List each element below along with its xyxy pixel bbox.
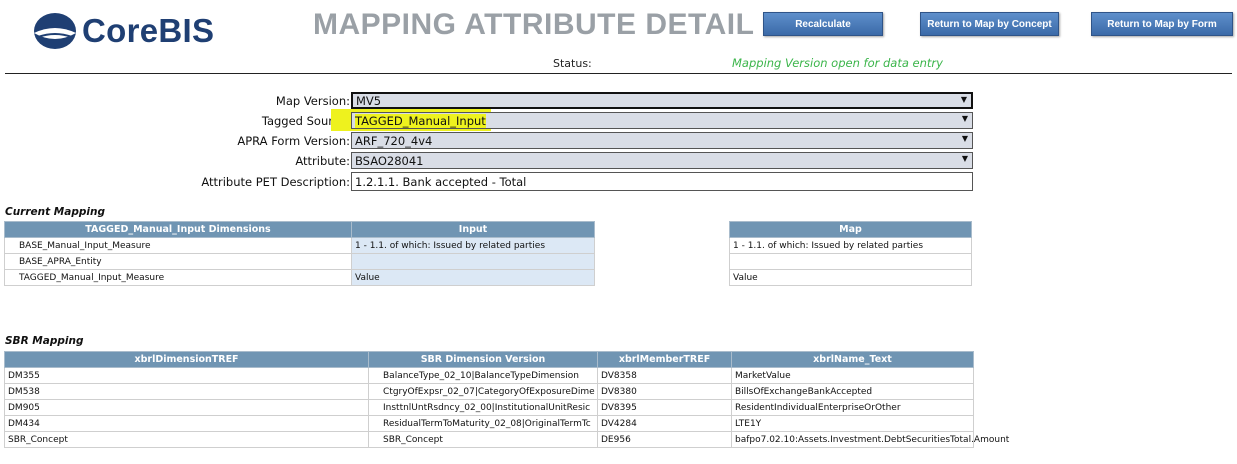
pet-description-value: 1.2.1.1. Bank accepted - Total [355, 174, 527, 189]
sbr-version-cell: CtgryOfExpsr_02_07|CategoryOfExposureDim… [368, 383, 598, 400]
pet-description-label: Attribute PET Description: [201, 175, 350, 189]
name-text-cell: BillsOfExchangeBankAccepted [731, 383, 974, 400]
map-version-value: MV5 [356, 93, 382, 108]
header-divider [5, 73, 1232, 74]
col-dimension-tref-header: xbrlDimensionTREF [4, 351, 369, 368]
logo-text: CoreBIS [82, 12, 215, 49]
current-mapping-title: Current Mapping [5, 206, 105, 218]
tagged-source-select[interactable]: TAGGED_Manual_Input ▼ [351, 112, 973, 129]
table-header-row: Map [729, 221, 972, 238]
recalculate-button[interactable]: Recalculate [763, 12, 883, 36]
apra-form-version-select[interactable]: ARF_720_4v4 ▼ [351, 132, 973, 149]
map-cell: 1 - 1.1. of which: Issued by related par… [729, 237, 972, 254]
map-version-select[interactable]: MV5 ▼ [351, 92, 973, 109]
dimension-tref-cell: DM434 [4, 415, 369, 432]
attribute-select[interactable]: BSAO28041 ▼ [351, 152, 973, 169]
attribute-label: Attribute: [295, 154, 350, 168]
status-value: Mapping Version open for data entry [732, 56, 943, 70]
return-to-map-by-concept-button[interactable]: Return to Map by Concept [920, 12, 1059, 36]
sbr-mapping-title: SBR Mapping [5, 335, 84, 347]
dimension-cell: BASE_Manual_Input_Measure [4, 237, 352, 254]
dimension-tref-cell: DM355 [4, 367, 369, 384]
name-text-cell: ResidentIndividualEnterpriseOrOther [731, 399, 974, 416]
map-table: Map 1 - 1.1. of which: Issued by related… [729, 221, 972, 286]
table-row: TAGGED_Manual_Input_Measure Value [4, 269, 595, 286]
dimension-tref-cell: SBR_Concept [4, 431, 369, 448]
input-cell[interactable] [351, 253, 595, 270]
chevron-down-icon: ▼ [960, 95, 967, 104]
sbr-version-cell: InsttnlUntRsdncy_02_00|InstitutionalUnit… [368, 399, 598, 416]
name-text-cell: LTE1Y [731, 415, 974, 432]
status-label: Status: [553, 57, 592, 70]
map-version-label: Map Version: [275, 94, 350, 108]
apra-form-version-value: ARF_720_4v4 [355, 133, 433, 148]
corebis-logo: CoreBIS [32, 8, 242, 54]
attribute-value: BSAO28041 [355, 153, 424, 168]
col-dimensions-header: TAGGED_Manual_Input Dimensions [4, 221, 352, 238]
dimension-cell: BASE_APRA_Entity [4, 253, 352, 270]
sbr-mapping-table: xbrlDimensionTREF SBR Dimension Version … [4, 351, 1009, 448]
member-tref-cell: DV8358 [597, 367, 732, 384]
member-tref-cell: DV8380 [597, 383, 732, 400]
map-cell: Value [729, 269, 972, 286]
table-row: Value [729, 269, 972, 286]
tagged-source-value: TAGGED_Manual_Input [355, 113, 486, 128]
chevron-down-icon: ▼ [961, 114, 968, 123]
globe-logo-icon [34, 13, 76, 49]
col-name-text-header: xbrlName_Text [731, 351, 974, 368]
col-input-header: Input [351, 221, 595, 238]
col-member-tref-header: xbrlMemberTREF [597, 351, 732, 368]
sbr-version-cell: SBR_Concept [368, 431, 598, 448]
current-mapping-table: TAGGED_Manual_Input Dimensions Input BAS… [4, 221, 595, 286]
table-header-row: xbrlDimensionTREF SBR Dimension Version … [4, 351, 974, 368]
col-sbr-version-header: SBR Dimension Version [368, 351, 598, 368]
dimension-tref-cell: DM905 [4, 399, 369, 416]
table-row: DM905 InsttnlUntRsdncy_02_00|Institution… [4, 399, 974, 416]
chevron-down-icon: ▼ [961, 134, 968, 143]
name-text-cell: bafpo7.02.10:Assets.Investment.DebtSecur… [731, 431, 1009, 448]
pet-description-field[interactable]: 1.2.1.1. Bank accepted - Total [351, 172, 973, 191]
chevron-down-icon: ▼ [961, 154, 968, 163]
table-row: SBR_Concept SBR_Concept DE956 bafpo7.02.… [4, 431, 1009, 448]
table-row [729, 253, 972, 270]
table-header-row: TAGGED_Manual_Input Dimensions Input [4, 221, 595, 238]
dimension-cell: TAGGED_Manual_Input_Measure [4, 269, 352, 286]
apra-form-version-label: APRA Form Version: [237, 134, 350, 148]
table-row: DM355 BalanceType_02_10|BalanceTypeDimen… [4, 367, 974, 384]
name-text-cell: MarketValue [731, 367, 974, 384]
input-cell[interactable]: 1 - 1.1. of which: Issued by related par… [351, 237, 595, 254]
table-row: DM434 ResidualTermToMaturity_02_08|Origi… [4, 415, 974, 432]
member-tref-cell: DV8395 [597, 399, 732, 416]
dimension-tref-cell: DM538 [4, 383, 369, 400]
member-tref-cell: DE956 [597, 431, 732, 448]
page-title: MAPPING ATTRIBUTE DETAIL [313, 8, 755, 41]
sbr-version-cell: ResidualTermToMaturity_02_08|OriginalTer… [368, 415, 598, 432]
table-row: 1 - 1.1. of which: Issued by related par… [729, 237, 972, 254]
return-to-map-by-form-button[interactable]: Return to Map by Form [1091, 12, 1233, 36]
input-cell[interactable]: Value [351, 269, 595, 286]
table-row: BASE_APRA_Entity [4, 253, 595, 270]
table-row: BASE_Manual_Input_Measure 1 - 1.1. of wh… [4, 237, 595, 254]
table-row: DM538 CtgryOfExpsr_02_07|CategoryOfExpos… [4, 383, 974, 400]
map-cell [729, 253, 972, 270]
member-tref-cell: DV4284 [597, 415, 732, 432]
sbr-version-cell: BalanceType_02_10|BalanceTypeDimension [368, 367, 598, 384]
col-map-header: Map [729, 221, 972, 238]
